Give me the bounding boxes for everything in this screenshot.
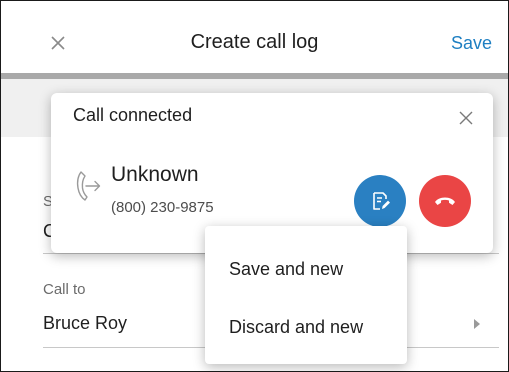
chevron-right-icon	[474, 319, 480, 329]
call-to-label: Call to	[43, 281, 86, 298]
add-note-button[interactable]	[354, 175, 406, 227]
header: Create call log Save	[1, 1, 508, 73]
edit-note-icon	[373, 192, 390, 210]
hang-up-icon	[435, 197, 455, 205]
menu-item-discard-and-new[interactable]: Discard and new	[229, 317, 363, 338]
page-title: Create call log	[190, 31, 319, 53]
save-button[interactable]: Save	[451, 33, 492, 54]
card-title: Call connected	[73, 105, 193, 125]
hang-up-button[interactable]	[419, 175, 471, 227]
close-icon[interactable]	[459, 111, 473, 125]
caller-name: Unknown	[111, 163, 199, 186]
save-options-menu: Save and new Discard and new	[205, 226, 407, 364]
phone-outgoing-icon	[76, 171, 101, 201]
call-to-value: Bruce Roy	[43, 313, 128, 333]
caller-number: (800) 230-9875	[111, 199, 214, 216]
menu-item-save-and-new[interactable]: Save and new	[229, 259, 343, 280]
app-window: Create call log Save S C Call to Bruce R…	[0, 0, 509, 372]
